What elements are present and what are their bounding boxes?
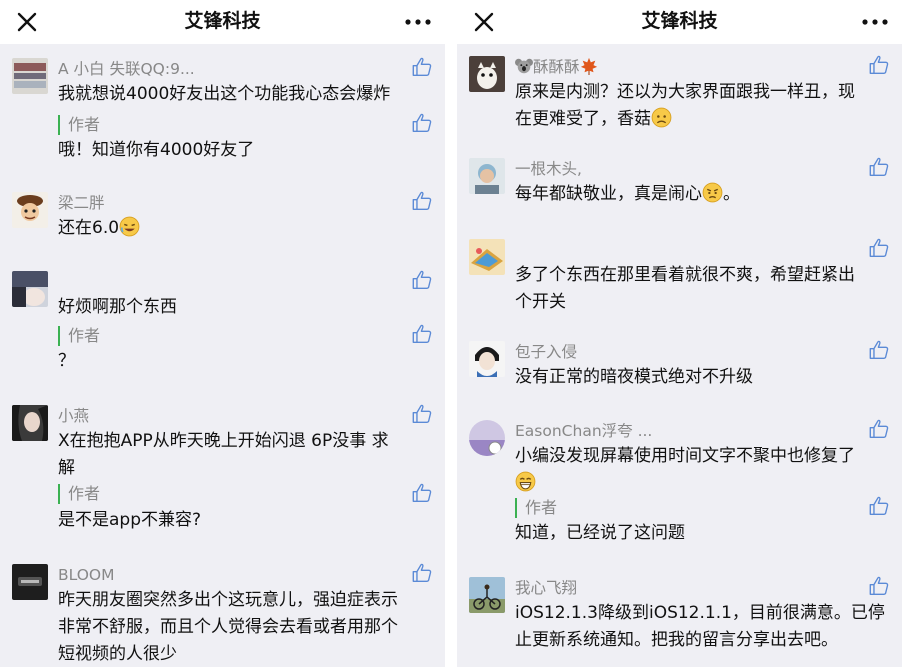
- comment-text: 多了个东西在那里看着就很不爽，希望赶紧出 个开关: [515, 265, 855, 312]
- avatar[interactable]: [12, 58, 48, 94]
- like-icon[interactable]: [411, 562, 433, 584]
- like-icon[interactable]: [868, 575, 890, 597]
- like-icon[interactable]: [868, 418, 890, 440]
- laughing-emoji-icon: [119, 216, 140, 237]
- comment-nickname: 梁二胖: [58, 194, 105, 212]
- comment-text: 昨天朋友圈突然多出个这玩意儿，强迫症表示 非常不舒服，而且个人觉得会去看或者用那个…: [58, 590, 398, 664]
- author-reply-label: 作者: [58, 326, 100, 346]
- comment-text: 小编没发现屏幕使用时间文字不聚中也修复了: [515, 443, 888, 497]
- avatar[interactable]: [12, 192, 48, 228]
- comment-nickname: BLOOM: [58, 566, 115, 584]
- author-reply-text: 哦！知道你有4000好友了: [58, 140, 255, 160]
- angry-face-emoji-icon: [702, 182, 723, 203]
- avatar[interactable]: [469, 158, 505, 194]
- comment-nickname: 酥酥酥: [515, 56, 598, 78]
- more-options-icon[interactable]: [860, 12, 890, 32]
- screenshot-composite: 艾锋科技 A 小白 失联QQ:9... 我就想说4000好友出这个功能我心态会爆…: [0, 0, 902, 667]
- maple-leaf-icon: [580, 57, 597, 75]
- more-options-icon[interactable]: [403, 12, 433, 32]
- nav-title: 艾锋科技: [641, 10, 718, 32]
- author-reply-text: 知道，已经说了这问题: [515, 523, 685, 543]
- koala-emoji-icon: [515, 58, 533, 74]
- author-reply-label: 作者: [58, 115, 100, 135]
- comment-nickname: 一根木头,: [515, 160, 582, 178]
- comment-nickname: 小燕: [58, 407, 90, 425]
- like-icon[interactable]: [868, 156, 890, 178]
- author-reply-label: 作者: [515, 498, 557, 518]
- avatar[interactable]: [469, 341, 505, 377]
- like-icon[interactable]: [411, 482, 433, 504]
- comment-text: 每年都缺敬业，真是闹心。: [515, 182, 740, 204]
- like-icon[interactable]: [868, 495, 890, 517]
- avatar[interactable]: [469, 577, 505, 613]
- comment-nickname: EasonChan浮夸 ...: [515, 422, 653, 440]
- author-reply-label: 作者: [58, 484, 100, 504]
- left-nav-bar: 艾锋科技: [0, 0, 445, 44]
- avatar[interactable]: [469, 420, 505, 456]
- like-icon[interactable]: [868, 237, 890, 259]
- avatar[interactable]: [12, 564, 48, 600]
- right-article-comments-panel: 艾锋科技 酥酥酥 原来是内测？还以为大家界面跟我一样丑，现 在更难受了，香菇 一根…: [457, 0, 902, 667]
- comment-text: 原来是内测？还以为大家界面跟我一样丑，现 在更难受了，香菇: [515, 82, 855, 129]
- nav-title: 艾锋科技: [184, 10, 261, 32]
- comment-text: 好烦啊那个东西: [58, 297, 177, 317]
- left-article-comments-panel: 艾锋科技 A 小白 失联QQ:9... 我就想说4000好友出这个功能我心态会爆…: [0, 0, 445, 667]
- comment-text: 我就想说4000好友出这个功能我心态会爆炸: [58, 84, 391, 104]
- avatar[interactable]: [12, 405, 48, 441]
- like-icon[interactable]: [411, 56, 433, 78]
- like-icon[interactable]: [411, 112, 433, 134]
- comment-text: X在抱抱APP从昨天晚上开始闪退 6P没事 求解: [58, 431, 389, 478]
- like-icon[interactable]: [411, 403, 433, 425]
- right-nav-bar: 艾锋科技: [457, 0, 902, 44]
- like-icon[interactable]: [411, 323, 433, 345]
- comment-nickname: A 小白 失联QQ:9...: [58, 60, 195, 78]
- author-reply-text: ？: [58, 351, 75, 371]
- comment-nickname: 包子入侵: [515, 343, 578, 361]
- like-icon[interactable]: [411, 190, 433, 212]
- author-reply-text: 是不是app不兼容?: [58, 510, 202, 530]
- panel-divider: [445, 0, 457, 667]
- avatar[interactable]: [469, 56, 505, 92]
- avatar[interactable]: [12, 271, 48, 307]
- comment-text: 还在6.0: [58, 215, 431, 242]
- comment-text: 没有正常的暗夜模式绝对不升级: [515, 367, 753, 387]
- like-icon[interactable]: [868, 339, 890, 361]
- avatar[interactable]: [469, 239, 505, 275]
- comment-nickname: 我心飞翔: [515, 579, 578, 597]
- grinning-face-emoji-icon: [515, 471, 536, 492]
- like-icon[interactable]: [411, 269, 433, 291]
- sad-face-emoji-icon: [651, 107, 672, 128]
- like-icon[interactable]: [868, 54, 890, 76]
- comment-text: iOS12.1.3降级到iOS12.1.1，目前很满意。已停 止更新系统通知。把我…: [515, 603, 885, 650]
